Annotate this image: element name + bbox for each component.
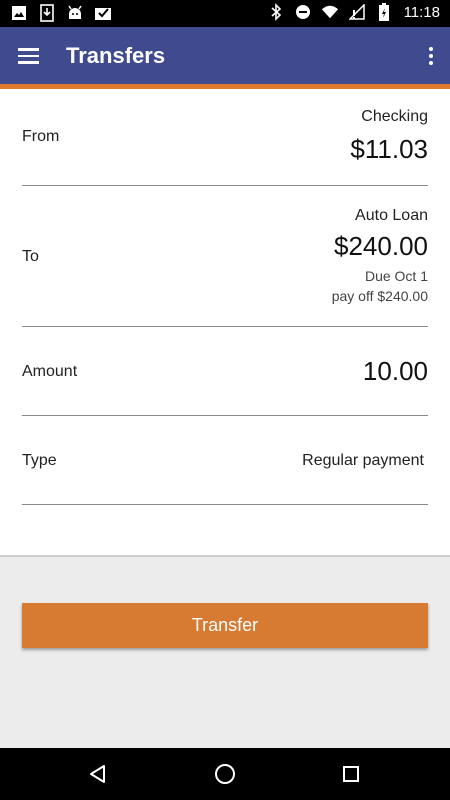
amount-label: Amount (22, 363, 78, 380)
to-account-row[interactable]: To Auto Loan $240.00 Due Oct 1 pay off $… (22, 186, 428, 327)
to-account-balance: $240.00 (334, 231, 428, 261)
type-value[interactable]: Regular payment (302, 452, 424, 470)
bluetooth-icon (267, 3, 285, 21)
inbox-check-icon (94, 4, 112, 22)
to-account-name: Auto Loan (355, 207, 428, 224)
app-bar: Transfers (0, 27, 450, 84)
back-icon[interactable] (86, 762, 110, 786)
type-select[interactable]: Regular payment (302, 452, 424, 470)
amount-row[interactable]: Amount 10.00 (22, 327, 428, 416)
transfer-button[interactable]: Transfer (22, 603, 428, 648)
type-row[interactable]: Type Regular payment (22, 416, 428, 505)
type-label: Type (22, 452, 57, 469)
status-left-icons (10, 4, 112, 22)
from-account-name: Checking (361, 108, 428, 125)
battery-charging-icon (375, 3, 393, 21)
from-account-balance: $11.03 (350, 134, 428, 164)
from-label: From (22, 128, 60, 145)
to-label: To (22, 248, 39, 265)
do-not-disturb-icon (294, 3, 312, 21)
status-time: 11:18 (403, 3, 440, 21)
recents-icon[interactable] (339, 762, 363, 786)
system-nav-bar (0, 748, 450, 800)
page-title: Transfers (66, 43, 166, 68)
amount-field[interactable]: 10.00 (363, 356, 428, 387)
to-account-due-date: Due Oct 1 (364, 268, 428, 284)
to-account-value: Auto Loan $240.00 Due Oct 1 pay off $240… (332, 207, 428, 306)
status-bar: 11:18 (0, 0, 450, 27)
menu-icon[interactable] (18, 45, 42, 65)
from-account-value: Checking $11.03 (350, 108, 428, 165)
image-icon (10, 4, 28, 22)
overflow-menu-icon[interactable] (424, 45, 438, 67)
transfer-form: From Checking $11.03 To Auto Loan $240.0… (0, 89, 450, 557)
download-icon (38, 4, 56, 22)
android-icon (66, 4, 84, 22)
home-icon[interactable] (213, 762, 237, 786)
status-right-icons: 11:18 (267, 3, 440, 21)
wifi-icon (321, 3, 339, 21)
amount-value[interactable]: 10.00 (363, 356, 428, 387)
signal-icon (348, 3, 366, 21)
to-account-payoff: pay off $240.00 (331, 288, 428, 304)
from-account-row[interactable]: From Checking $11.03 (22, 89, 428, 186)
